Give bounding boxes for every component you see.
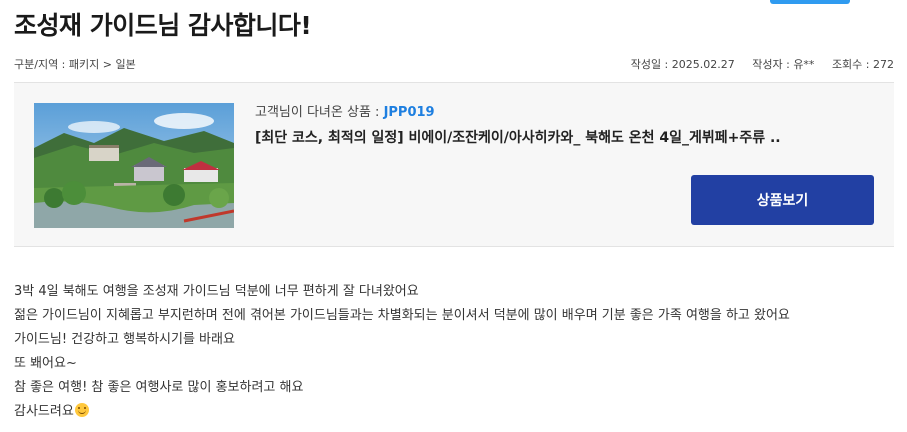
review-line-text: 감사드려요	[14, 404, 74, 419]
review-line: 젊은 가이드님이 지혜롭고 부지런하며 전에 겪어본 가이드님들과는 차별화되는…	[14, 308, 790, 323]
smiling-face-icon	[74, 403, 89, 417]
post-meta: 구분/지역 : 패키지 > 일본 작성일 : 2025.02.27 작성자 : …	[14, 56, 894, 74]
product-card: 고객님이 다녀온 상품 : JPP019 [최단 코스, 최적의 일정] 비에이…	[14, 82, 894, 247]
category-breadcrumb: 구분/지역 : 패키지 > 일본	[14, 58, 136, 71]
review-line-last: 감사드려요	[14, 400, 894, 424]
date-value: 2025.02.27	[671, 58, 735, 71]
author-value: 유**	[793, 58, 815, 71]
views-value: 272	[873, 58, 894, 71]
product-code-line: 고객님이 다녀온 상품 : JPP019	[255, 101, 865, 120]
page-title: 조성재 가이드님 감사합니다!	[14, 11, 312, 40]
review-line: 참 좋은 여행! 참 좋은 여행사로 많이 홍보하려고 해요	[14, 380, 304, 395]
product-name-link[interactable]: [최단 코스, 최적의 일정] 비에이/조잔케이/아사히카와_ 북해도 온천 4…	[255, 127, 865, 147]
product-thumbnail[interactable]	[34, 103, 234, 228]
view-product-button[interactable]: 상품보기	[691, 175, 874, 225]
post-author: 작성자 : 유**	[752, 58, 814, 71]
hot-spring-landscape-photo	[34, 103, 234, 228]
product-info: 고객님이 다녀온 상품 : JPP019 [최단 코스, 최적의 일정] 비에이…	[255, 101, 865, 147]
date-label: 작성일 :	[630, 58, 672, 71]
author-label: 작성자 :	[752, 58, 794, 71]
review-line: 3박 4일 북해도 여행을 조성재 가이드님 덕분에 너무 편하게 잘 다녀왔어…	[14, 284, 419, 299]
post-meta-right: 작성일 : 2025.02.27 작성자 : 유** 조회수 : 272	[617, 56, 894, 72]
post-views: 조회수 : 272	[832, 58, 894, 71]
product-code-label: 고객님이 다녀온 상품 :	[255, 105, 384, 120]
review-line: 가이드님! 건강하고 행복하시기를 바래요	[14, 332, 235, 347]
top-tab-stub[interactable]	[770, 0, 850, 4]
product-code: JPP019	[383, 105, 435, 120]
review-body: 3박 4일 북해도 여행을 조성재 가이드님 덕분에 너무 편하게 잘 다녀왔어…	[14, 280, 894, 424]
review-line: 또 봬어요~	[14, 356, 77, 371]
post-date: 작성일 : 2025.02.27	[631, 58, 735, 71]
views-label: 조회수 :	[831, 58, 873, 71]
